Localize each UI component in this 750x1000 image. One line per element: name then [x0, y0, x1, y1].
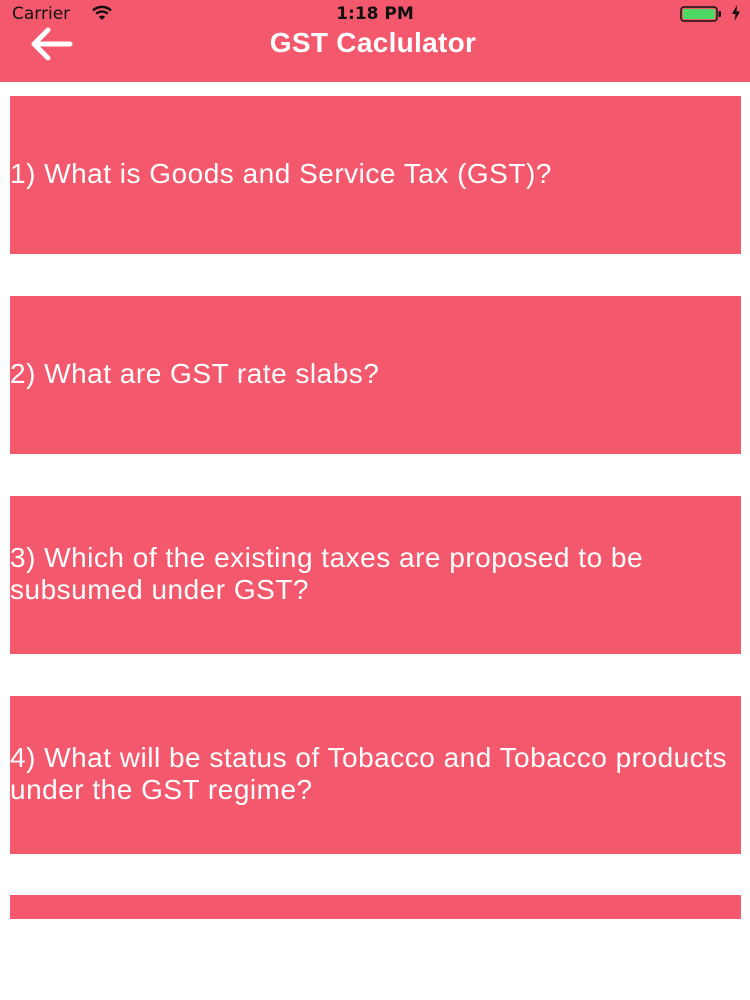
- question-list: 1) What is Goods and Service Tax (GST)? …: [0, 82, 750, 1000]
- charging-bolt-icon: [732, 5, 740, 21]
- status-bar: Carrier 1:18 PM: [0, 0, 750, 28]
- battery-icon: [680, 6, 721, 22]
- question-label: 3) Which of the existing taxes are propo…: [10, 542, 644, 605]
- question-item-5[interactable]: [10, 895, 741, 919]
- question-item-3[interactable]: 3) Which of the existing taxes are propo…: [10, 496, 741, 654]
- app-screen: GST Caclulator Carrier 1:18 PM 1) What i…: [0, 0, 750, 1000]
- question-item-4[interactable]: 4) What will be status of Tobacco and To…: [10, 696, 741, 854]
- question-item-2[interactable]: 2) What are GST rate slabs?: [10, 296, 741, 454]
- page-title: GST Caclulator: [269, 27, 477, 58]
- question-label: 2) What are GST rate slabs?: [10, 358, 380, 389]
- question-item-1[interactable]: 1) What is Goods and Service Tax (GST)?: [10, 96, 741, 254]
- question-label: 1) What is Goods and Service Tax (GST)?: [10, 158, 552, 189]
- status-time: 1:18 PM: [336, 4, 414, 24]
- question-label: 4) What will be status of Tobacco and To…: [10, 742, 728, 805]
